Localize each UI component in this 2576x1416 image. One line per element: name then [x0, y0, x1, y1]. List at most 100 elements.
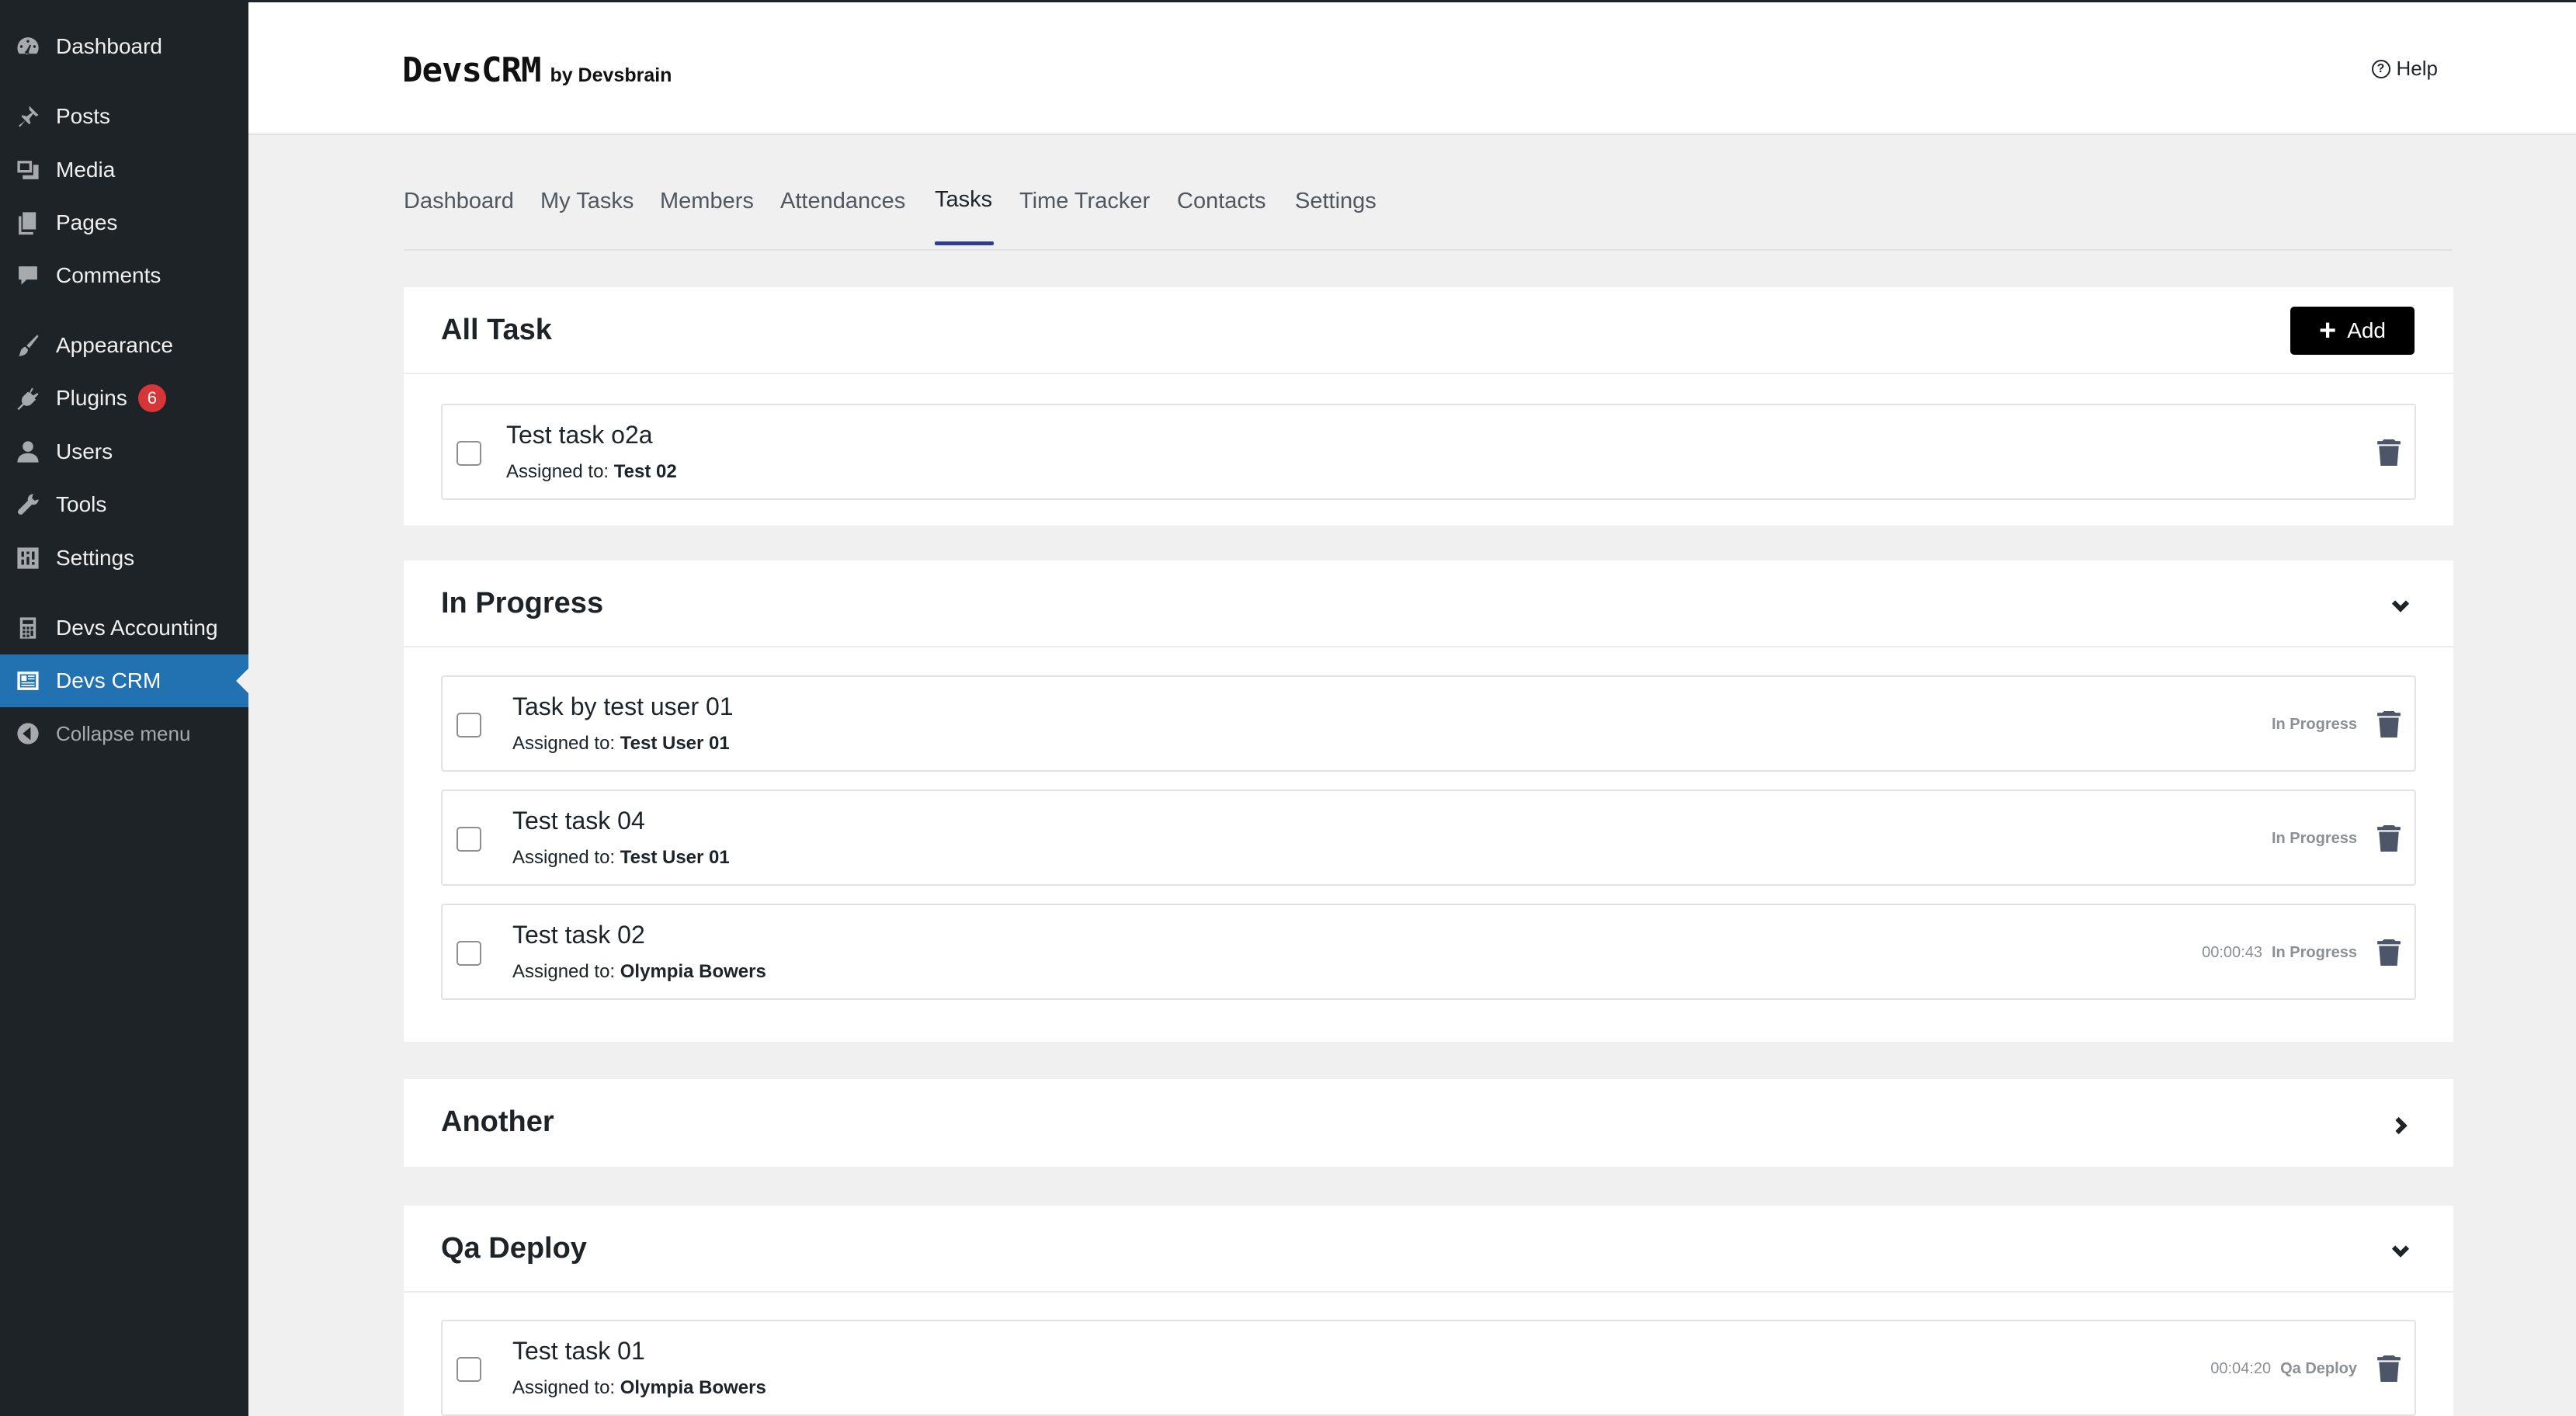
task-title: Test task 01	[512, 1337, 645, 1365]
sidebar-item-label: Tools	[56, 492, 107, 516]
section-in-progress: In Progress Task by test user 01 Assigne…	[404, 560, 2453, 1042]
pages-icon	[0, 196, 56, 249]
sidebar-item-label: Dashboard	[56, 34, 162, 58]
admin-sidebar: Dashboard Posts Media Pages Comments App…	[0, 0, 248, 1416]
section-another: Another	[404, 1079, 2453, 1167]
sidebar-item-label: Pages	[56, 210, 118, 234]
sidebar-item-comments[interactable]: Comments	[0, 249, 248, 302]
section-all-task: All Task + Add Test task o2a Assigned to…	[404, 287, 2453, 526]
section-header: In Progress	[404, 560, 2453, 647]
task-meta: In Progress	[2272, 830, 2357, 848]
collapse-menu-button[interactable]: Collapse menu	[0, 707, 248, 760]
tab-time-tracker[interactable]: Time Tracker	[1019, 189, 1150, 214]
section-qa-deploy: Qa Deploy Test task 01 Assigned to: Olym…	[404, 1206, 2453, 1416]
sidebar-item-users[interactable]: Users	[0, 425, 248, 478]
task-row[interactable]: Task by test user 01 Assigned to: Test U…	[441, 675, 2416, 772]
brush-icon	[0, 319, 56, 372]
task-meta: 00:04:20 Qa Deploy	[2210, 1360, 2357, 1378]
comment-icon	[0, 249, 56, 302]
sidebar-item-devs-accounting[interactable]: Devs Accounting	[0, 602, 248, 654]
sidebar-item-media[interactable]: Media	[0, 144, 248, 196]
task-checkbox[interactable]	[457, 941, 481, 966]
sidebar-item-label: Plugins	[56, 386, 127, 410]
plus-icon: +	[2318, 314, 2337, 347]
settings-icon	[0, 532, 56, 585]
sidebar-item-settings[interactable]: Settings	[0, 532, 248, 585]
calculator-icon	[0, 602, 56, 654]
task-assignee: Assigned to: Olympia Bowers	[512, 1377, 766, 1398]
task-checkbox[interactable]	[457, 441, 481, 466]
trash-icon[interactable]	[2377, 939, 2401, 966]
status-badge: In Progress	[2271, 716, 2357, 733]
tab-members[interactable]: Members	[660, 189, 754, 214]
pin-icon	[0, 90, 56, 143]
task-row[interactable]: Test task 01 Assigned to: Olympia Bowers…	[441, 1320, 2416, 1416]
sidebar-item-devs-crm[interactable]: Devs CRM	[0, 654, 248, 707]
task-title: Test task 04	[512, 807, 645, 835]
section-header: Another	[404, 1079, 2453, 1166]
chevron-right-icon[interactable]	[2387, 1112, 2415, 1140]
tab-dashboard[interactable]: Dashboard	[404, 189, 514, 214]
dashboard-icon	[0, 20, 56, 73]
user-icon	[0, 425, 56, 478]
task-row[interactable]: Test task 02 Assigned to: Olympia Bowers…	[441, 904, 2416, 1000]
sidebar-item-posts[interactable]: Posts	[0, 90, 248, 143]
add-task-button[interactable]: + Add	[2290, 307, 2415, 355]
sidebar-item-pages[interactable]: Pages	[0, 196, 248, 249]
sidebar-item-label: Appearance	[56, 333, 174, 357]
sidebar-item-plugins[interactable]: Plugins 6	[0, 372, 248, 425]
media-icon	[0, 144, 56, 196]
crm-icon	[0, 654, 56, 707]
collapse-icon	[0, 707, 56, 760]
wrench-icon	[0, 478, 56, 531]
sidebar-item-tools[interactable]: Tools	[0, 478, 248, 531]
sidebar-item-label: Devs CRM	[56, 668, 161, 692]
tab-contacts[interactable]: Contacts	[1177, 189, 1265, 214]
sidebar-item-appearance[interactable]: Appearance	[0, 319, 248, 372]
section-title: Qa Deploy	[441, 1232, 587, 1265]
section-title: Another	[441, 1105, 554, 1138]
task-assignee: Assigned to: Test 02	[506, 461, 677, 482]
task-title: Test task 02	[512, 921, 645, 949]
trash-icon[interactable]	[2377, 1355, 2401, 1382]
section-header: Qa Deploy	[404, 1206, 2453, 1293]
help-link[interactable]: ? Help	[2371, 57, 2438, 81]
plugin-update-badge: 6	[137, 384, 166, 412]
task-assignee: Assigned to: Test User 01	[512, 847, 730, 868]
task-assignee: Assigned to: Olympia Bowers	[512, 961, 766, 982]
trash-icon[interactable]	[2377, 439, 2401, 466]
sidebar-item-dashboard[interactable]: Dashboard	[0, 20, 248, 73]
collapse-menu-label: Collapse menu	[56, 721, 191, 745]
time-tracked: 00:04:20	[2210, 1360, 2272, 1377]
active-tab-indicator	[935, 241, 994, 245]
tab-bar: Dashboard My Tasks Members Attendances T…	[404, 175, 2452, 251]
plugin-header: DevsCRM by Devsbrain ? Help	[248, 0, 2576, 135]
sidebar-item-label: Devs Accounting	[56, 616, 218, 640]
task-row[interactable]: Test task 04 Assigned to: Test User 01 I…	[441, 790, 2416, 886]
section-title: All Task	[441, 314, 552, 346]
sidebar-item-label: Users	[56, 439, 113, 463]
brand-logo: DevsCRM by Devsbrain	[402, 50, 672, 90]
chevron-down-icon[interactable]	[2387, 592, 2415, 620]
task-title: Test task o2a	[506, 421, 653, 449]
add-task-label: Add	[2347, 318, 2387, 342]
chevron-down-icon[interactable]	[2387, 1237, 2415, 1265]
task-checkbox[interactable]	[457, 1357, 481, 1382]
help-icon: ?	[2371, 59, 2390, 78]
tab-settings[interactable]: Settings	[1295, 189, 1377, 214]
plugin-icon	[0, 372, 56, 425]
tab-attendances[interactable]: Attendances	[780, 189, 905, 214]
brand-name: DevsCRM	[402, 50, 541, 90]
task-checkbox[interactable]	[457, 827, 481, 852]
help-label: Help	[2396, 57, 2438, 80]
trash-icon[interactable]	[2377, 825, 2401, 852]
time-tracked: 00:00:43	[2202, 944, 2262, 961]
trash-icon[interactable]	[2377, 711, 2401, 738]
tab-my-tasks[interactable]: My Tasks	[540, 189, 634, 214]
task-checkbox[interactable]	[457, 713, 481, 738]
tab-tasks[interactable]: Tasks	[935, 187, 992, 213]
task-assignee: Assigned to: Test User 01	[512, 733, 730, 754]
task-row[interactable]: Test task o2a Assigned to: Test 02	[441, 404, 2416, 500]
status-badge: Qa Deploy	[2280, 1360, 2357, 1377]
brand-subtitle: by Devsbrain	[550, 64, 672, 86]
